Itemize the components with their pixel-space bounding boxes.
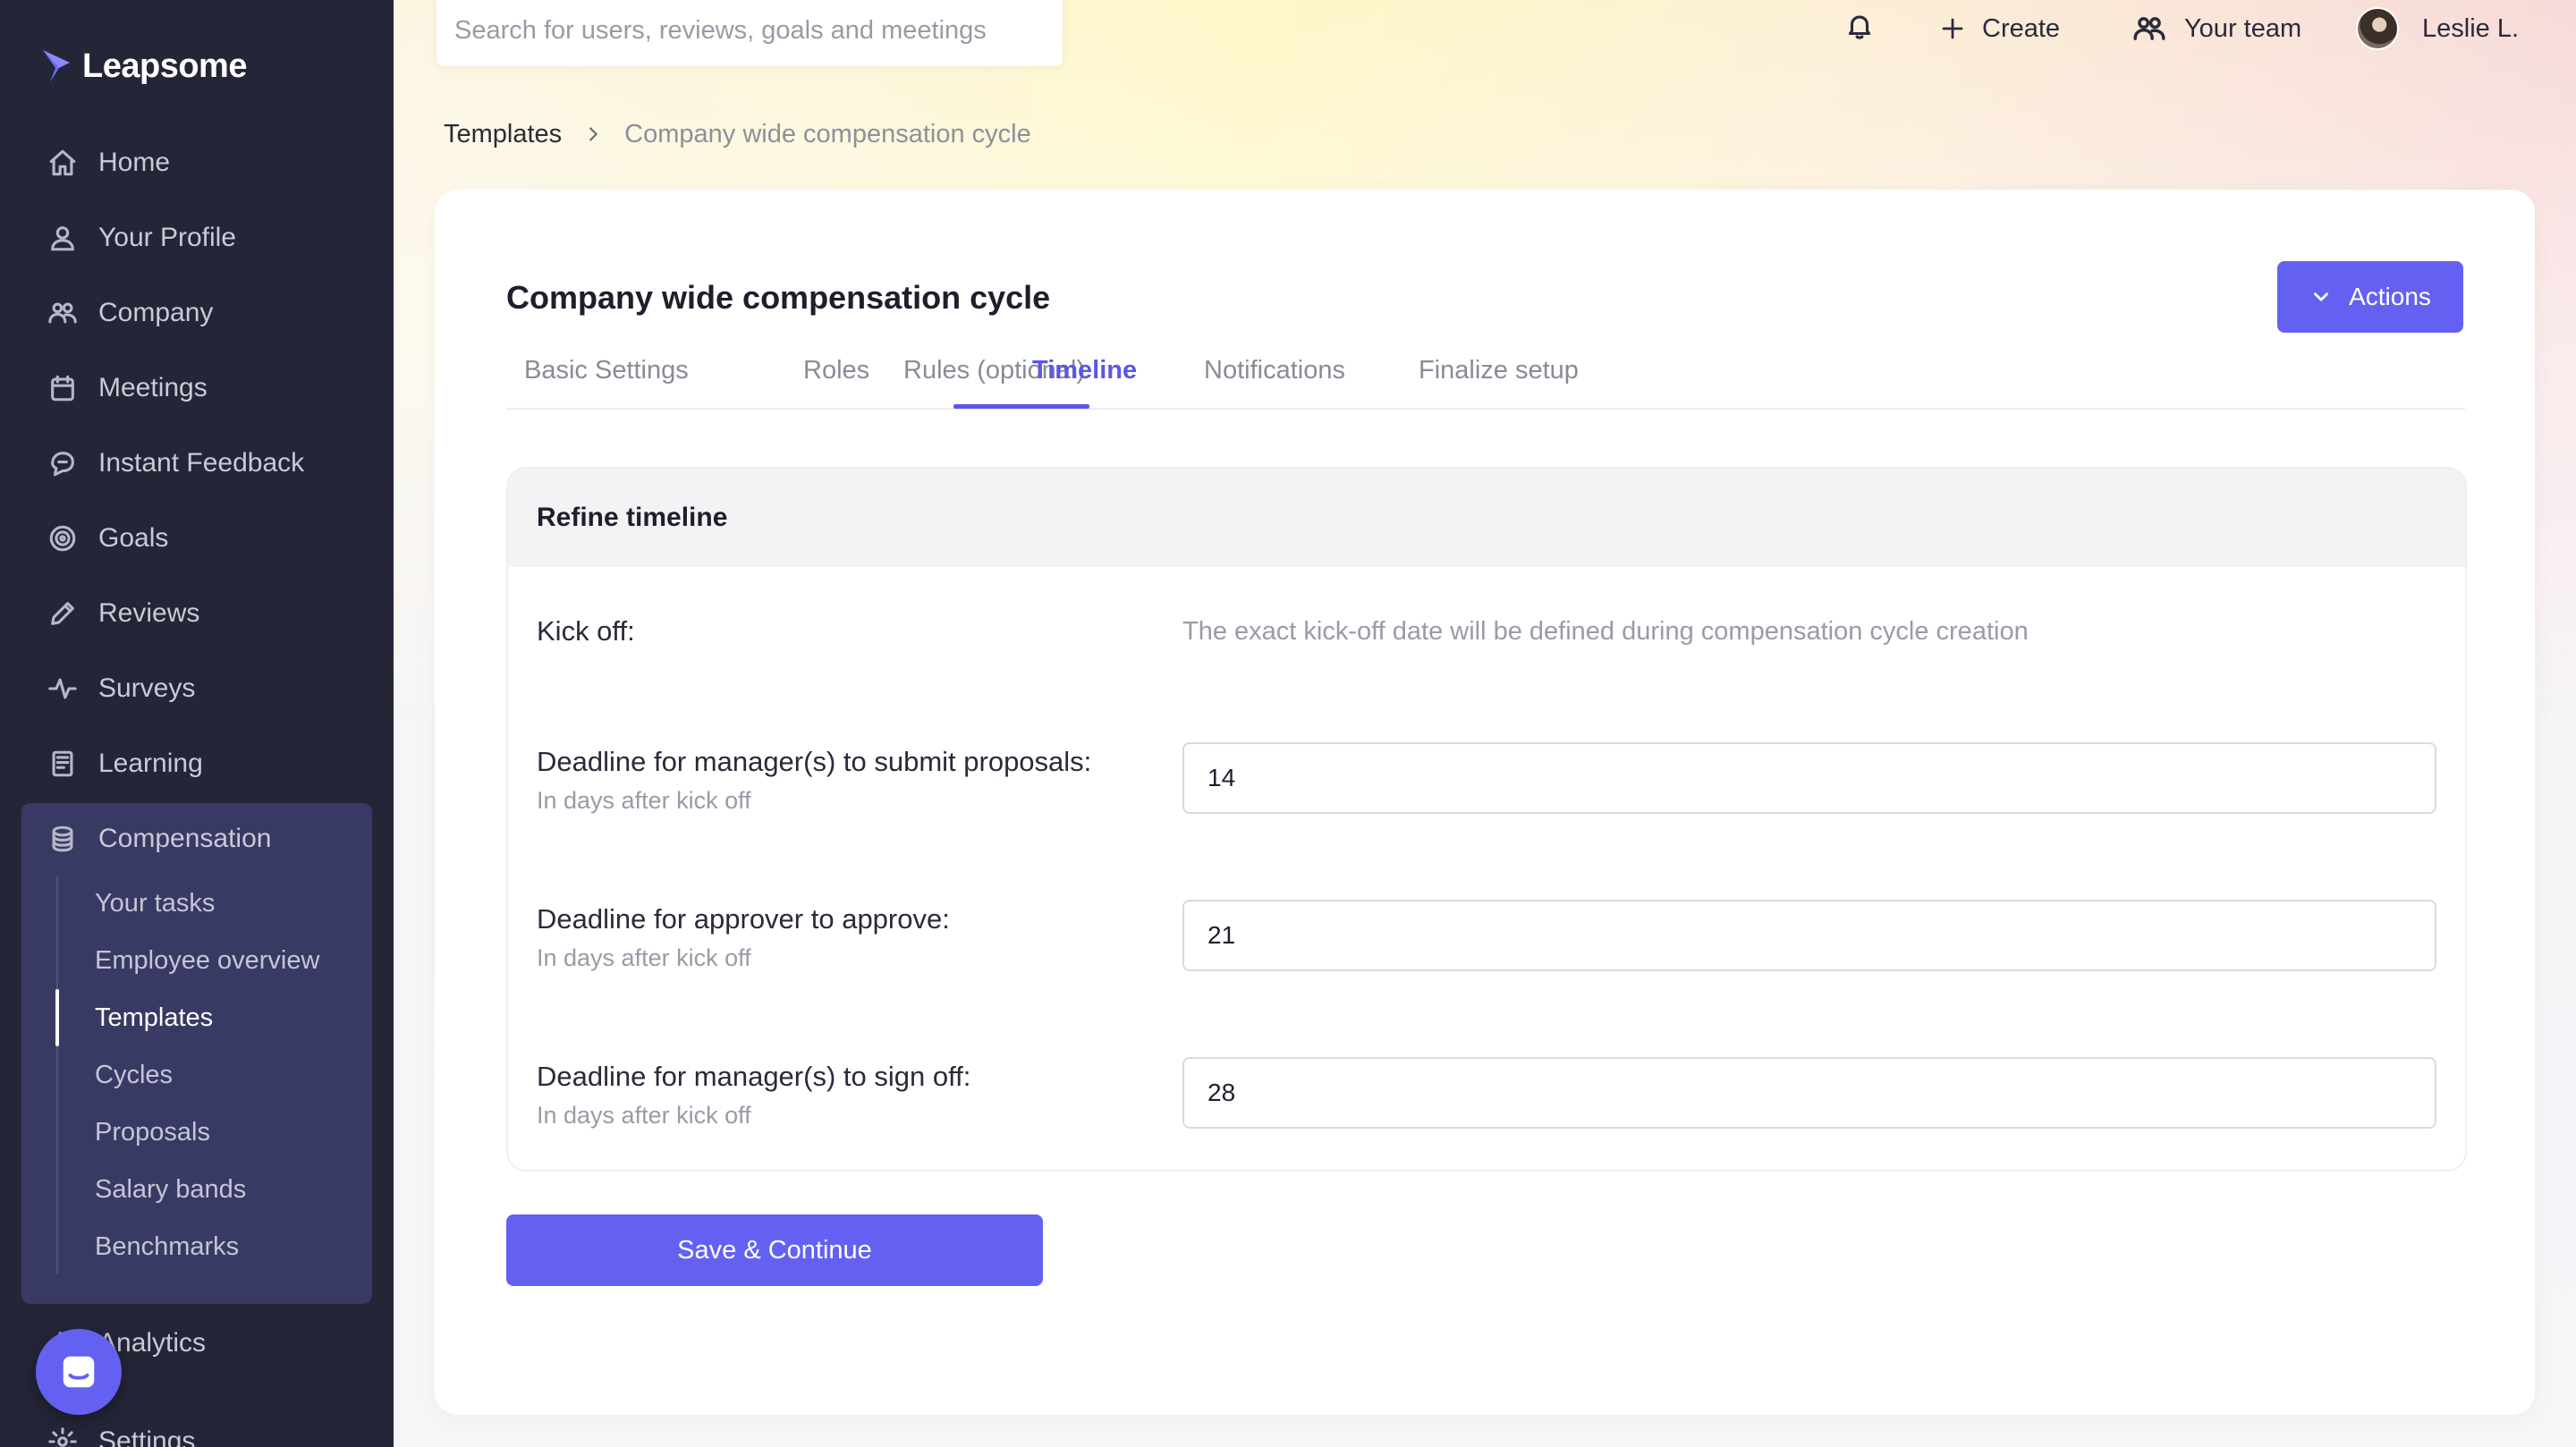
chat-bubble-icon bbox=[45, 445, 80, 481]
chevron-down-icon bbox=[2314, 292, 2328, 301]
submenu-item-your-tasks[interactable]: Your tasks bbox=[95, 878, 215, 928]
submenu-item-cycles[interactable]: Cycles bbox=[95, 1050, 173, 1100]
field-label: Deadline for manager(s) to submit propos… bbox=[537, 746, 1092, 777]
sidebar-item-settings[interactable]: Settings bbox=[45, 1415, 195, 1447]
gear-icon bbox=[45, 1424, 80, 1447]
sidebar-item-company[interactable]: Company bbox=[45, 286, 213, 340]
breadcrumb-templates[interactable]: Templates bbox=[444, 120, 562, 149]
sidebar-item-label: Surveys bbox=[98, 673, 196, 703]
submenu-item-benchmarks[interactable]: Benchmarks bbox=[95, 1222, 239, 1272]
submenu-item-proposals[interactable]: Proposals bbox=[95, 1107, 210, 1157]
field-sublabel: In days after kick off bbox=[537, 787, 751, 814]
sidebar-item-goals[interactable]: Goals bbox=[45, 512, 168, 565]
sidebar-item-label: Learning bbox=[98, 749, 203, 778]
sidebar: Leapsome Home Your Profile Company Meeti… bbox=[0, 0, 394, 1447]
submenu-item-salary-bands[interactable]: Salary bands bbox=[95, 1164, 246, 1214]
leapsome-logo[interactable]: Leapsome bbox=[39, 47, 247, 86]
field-label: Deadline for manager(s) to sign off: bbox=[537, 1061, 971, 1092]
kickoff-label: Kick off: bbox=[537, 615, 635, 647]
submenu-guide-line bbox=[56, 876, 58, 1274]
coins-icon bbox=[45, 821, 80, 857]
pulse-icon bbox=[45, 671, 80, 707]
sidebar-item-label: Goals bbox=[98, 523, 169, 553]
panel-title: Refine timeline bbox=[508, 469, 2465, 567]
tab-finalize-setup[interactable]: Finalize setup bbox=[1419, 347, 1579, 408]
home-icon bbox=[45, 145, 80, 181]
sidebar-item-label: Your Profile bbox=[98, 223, 236, 252]
user-menu[interactable]: Leslie L. bbox=[2356, 7, 2519, 50]
people-icon bbox=[45, 295, 80, 331]
kickoff-note: The exact kick-off date will be defined … bbox=[1182, 617, 2029, 646]
create-label: Create bbox=[1982, 13, 2061, 43]
submenu-item-employee-overview[interactable]: Employee overview bbox=[95, 935, 319, 986]
tab-basic-settings[interactable]: Basic Settings bbox=[524, 347, 689, 408]
support-chat-button[interactable] bbox=[36, 1329, 122, 1415]
notifications-button[interactable] bbox=[1844, 11, 1875, 41]
tab-roles[interactable]: Roles bbox=[803, 347, 869, 408]
sidebar-item-label: Settings bbox=[98, 1426, 196, 1447]
bell-icon bbox=[1848, 15, 1871, 39]
actions-label: Actions bbox=[2349, 283, 2431, 310]
user-icon bbox=[45, 220, 80, 256]
sidebar-item-your-profile[interactable]: Your Profile bbox=[45, 211, 236, 265]
sidebar-item-compensation[interactable]: Compensation bbox=[45, 812, 271, 866]
leapsome-mark-icon bbox=[43, 50, 70, 82]
save-continue-button[interactable]: Save & Continue bbox=[506, 1214, 1043, 1286]
sidebar-item-label: Company bbox=[98, 298, 214, 327]
breadcrumb: Templates Company wide compensation cycl… bbox=[444, 114, 1031, 154]
search-input[interactable] bbox=[454, 15, 1045, 46]
field-sublabel: In days after kick off bbox=[537, 944, 751, 971]
submenu-item-templates[interactable]: Templates bbox=[95, 993, 213, 1043]
sign-off-days-input[interactable] bbox=[1182, 1057, 2436, 1129]
book-icon bbox=[45, 746, 80, 782]
sidebar-item-instant-feedback[interactable]: Instant Feedback bbox=[45, 436, 304, 490]
sidebar-item-home[interactable]: Home bbox=[45, 136, 170, 190]
sidebar-item-label: Meetings bbox=[98, 373, 208, 402]
actions-button[interactable]: Actions bbox=[2277, 261, 2463, 333]
active-indicator bbox=[55, 989, 59, 1046]
tab-bar: Basic Settings Roles Rules (optional) Ti… bbox=[506, 347, 2465, 410]
submit-proposals-days-input[interactable] bbox=[1182, 742, 2436, 814]
global-search[interactable] bbox=[436, 0, 1063, 66]
your-team-label: Your team bbox=[2184, 13, 2302, 43]
breadcrumb-current: Company wide compensation cycle bbox=[624, 119, 1031, 148]
calendar-icon bbox=[45, 370, 80, 406]
sidebar-item-label: Reviews bbox=[98, 598, 200, 628]
avatar bbox=[2356, 7, 2399, 50]
active-tab-indicator bbox=[953, 404, 1089, 409]
team-icon bbox=[2133, 17, 2165, 40]
sidebar-item-label: Compensation bbox=[98, 824, 272, 853]
brand-name: Leapsome bbox=[82, 47, 247, 85]
create-button[interactable]: Create bbox=[1939, 11, 2060, 47]
your-team-button[interactable]: Your team bbox=[2132, 11, 2301, 47]
pencil-icon bbox=[45, 596, 80, 631]
page-title: Company wide compensation cycle bbox=[506, 279, 1051, 316]
target-icon bbox=[45, 520, 80, 556]
approver-days-input[interactable] bbox=[1182, 900, 2436, 971]
sidebar-item-label: Instant Feedback bbox=[98, 448, 305, 478]
sidebar-item-learning[interactable]: Learning bbox=[45, 737, 203, 791]
refine-timeline-panel: Refine timeline Kick off: The exact kick… bbox=[506, 467, 2467, 1172]
plus-icon bbox=[1942, 18, 1963, 39]
sidebar-item-reviews[interactable]: Reviews bbox=[45, 587, 199, 640]
sidebar-item-surveys[interactable]: Surveys bbox=[45, 662, 195, 715]
tab-timeline[interactable]: Timeline bbox=[1032, 347, 1137, 408]
sidebar-item-meetings[interactable]: Meetings bbox=[45, 361, 208, 415]
chat-icon bbox=[63, 1356, 95, 1388]
field-label: Deadline for approver to approve: bbox=[537, 903, 950, 935]
tab-notifications[interactable]: Notifications bbox=[1204, 347, 1345, 408]
template-editor-card: Company wide compensation cycle Actions … bbox=[435, 190, 2535, 1415]
user-name: Leslie L. bbox=[2422, 13, 2520, 43]
sidebar-item-label: Home bbox=[98, 148, 171, 177]
chevron-right-icon bbox=[583, 124, 603, 144]
field-sublabel: In days after kick off bbox=[537, 1102, 751, 1129]
